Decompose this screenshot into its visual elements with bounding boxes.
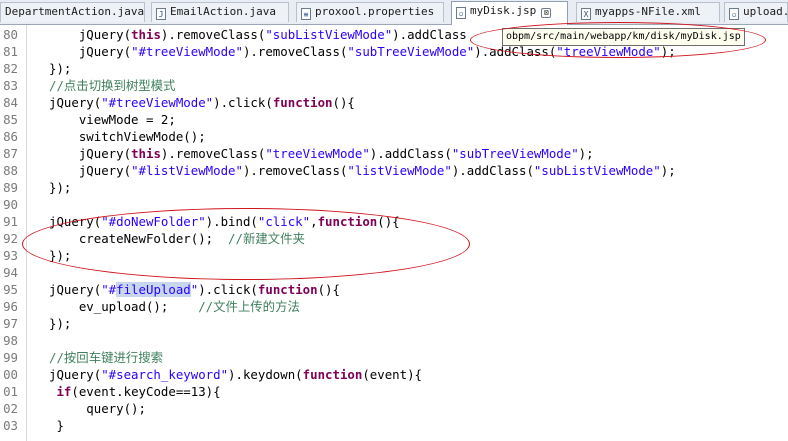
- tab-upload[interactable]: ▫ upload.: [724, 2, 788, 22]
- code-text: if(event.keyCode==13){: [56, 384, 221, 399]
- code-line[interactable]: 95 jQuery("#fileUpload").click(function()…: [0, 281, 788, 298]
- code-text: });: [49, 61, 72, 76]
- line-number: 82: [3, 61, 18, 76]
- code-text: //按回车键进行搜索: [49, 350, 164, 365]
- code-line[interactable]: 82});: [0, 60, 788, 77]
- line-number: 87: [3, 146, 18, 161]
- tab-label: myDisk.jsp: [470, 4, 537, 17]
- line-number: 83: [3, 78, 18, 93]
- code-line[interactable]: 00 jQuery("#search_keyword").keydown(func…: [0, 366, 788, 383]
- line-number: 85: [3, 112, 18, 127]
- code-text: ev_upload(); //文件上传的方法: [49, 299, 300, 314]
- line-number: 99: [3, 350, 18, 365]
- code-line[interactable]: 88 jQuery("#listViewMode").removeClass("…: [0, 162, 788, 179]
- code-line[interactable]: 99 //按回车键进行搜索: [0, 349, 788, 366]
- code-line[interactable]: 90: [0, 196, 788, 213]
- code-text: jQuery(this).removeClass("treeViewMode")…: [49, 146, 594, 161]
- code-line[interactable]: 03 }: [0, 417, 788, 434]
- tab-departmentaction[interactable]: DepartmentAction.java: [0, 2, 145, 22]
- line-number: 01: [3, 384, 18, 399]
- code-text: });: [49, 316, 72, 331]
- tab-proxool-properties[interactable]: ≡ proxool.properties: [296, 2, 444, 22]
- close-icon[interactable]: ⊠: [541, 8, 552, 18]
- line-number: 88: [3, 163, 18, 178]
- code-text: }: [49, 418, 64, 433]
- code-line[interactable]: 96 ev_upload(); //文件上传的方法: [0, 298, 788, 315]
- line-number: 97: [3, 316, 18, 331]
- jsp-file-icon: ▫: [456, 7, 466, 19]
- line-number: 98: [3, 333, 18, 348]
- line-number: 89: [3, 180, 18, 195]
- java-file-icon: J: [156, 8, 166, 20]
- line-number: 96: [3, 299, 18, 314]
- code-text: jQuery("#treeViewMode").click(function()…: [49, 95, 355, 110]
- code-text: switchViewMode();: [49, 129, 206, 144]
- code-line[interactable]: 01 if(event.keyCode==13){: [0, 383, 788, 400]
- tab-label: proxool.properties: [315, 5, 435, 18]
- annotation-ellipse-tooltip: [470, 22, 766, 58]
- line-number: 94: [3, 265, 18, 280]
- line-number: 81: [3, 44, 18, 59]
- line-number: 91: [3, 214, 18, 229]
- code-line[interactable]: 83 //点击切换到树型模式: [0, 77, 788, 94]
- tab-label: upload.: [743, 5, 788, 18]
- code-line[interactable]: 97});: [0, 315, 788, 332]
- code-text: //点击切换到树型模式: [49, 78, 176, 93]
- line-number: 00: [3, 367, 18, 382]
- line-number: 03: [3, 418, 18, 433]
- tab-label: myapps-NFile.xml: [595, 5, 701, 18]
- jsp-file-icon: ▫: [729, 8, 739, 20]
- line-number: 95: [3, 282, 18, 297]
- code-text: jQuery("#fileUpload").click(function(){: [49, 282, 340, 297]
- tab-myapps-nfile-xml[interactable]: Xmyapps-NFile.xml: [576, 2, 720, 22]
- line-number: 02: [3, 401, 18, 416]
- line-number: 80: [3, 27, 18, 42]
- code-text: jQuery(this).removeClass("subListViewMod…: [49, 27, 467, 42]
- line-number: 90: [3, 197, 18, 212]
- line-number: 92: [3, 231, 18, 246]
- annotation-ellipse-new-folder: [22, 208, 470, 280]
- code-line[interactable]: 98: [0, 332, 788, 349]
- code-line[interactable]: 86 switchViewMode();: [0, 128, 788, 145]
- code-line[interactable]: 02 query();: [0, 400, 788, 417]
- code-text: jQuery("#search_keyword").keydown(functi…: [49, 367, 423, 382]
- properties-file-icon: ≡: [301, 8, 311, 20]
- tab-label: DepartmentAction.java: [5, 5, 145, 18]
- code-line[interactable]: 84 jQuery("#treeViewMode").click(function…: [0, 94, 788, 111]
- line-number: 84: [3, 95, 18, 110]
- tab-label: EmailAction.java: [170, 5, 276, 18]
- code-text: query();: [49, 401, 146, 416]
- code-text: viewMode = 2;: [49, 112, 176, 127]
- code-line[interactable]: 87 jQuery(this).removeClass("treeViewMod…: [0, 145, 788, 162]
- xml-file-icon: X: [581, 8, 591, 20]
- code-line[interactable]: 85 viewMode = 2;: [0, 111, 788, 128]
- code-text: jQuery("#listViewMode").removeClass("lis…: [49, 163, 676, 178]
- line-number: 86: [3, 129, 18, 144]
- code-text: });: [49, 180, 72, 195]
- editor-tab-bar: DepartmentAction.java J EmailAction.java …: [0, 0, 788, 25]
- tab-mydisk-jsp[interactable]: ▫ myDisk.jsp ⊠: [451, 1, 568, 25]
- line-number: 93: [3, 248, 18, 263]
- code-line[interactable]: 89});: [0, 179, 788, 196]
- tab-emailaction[interactable]: J EmailAction.java: [151, 2, 289, 22]
